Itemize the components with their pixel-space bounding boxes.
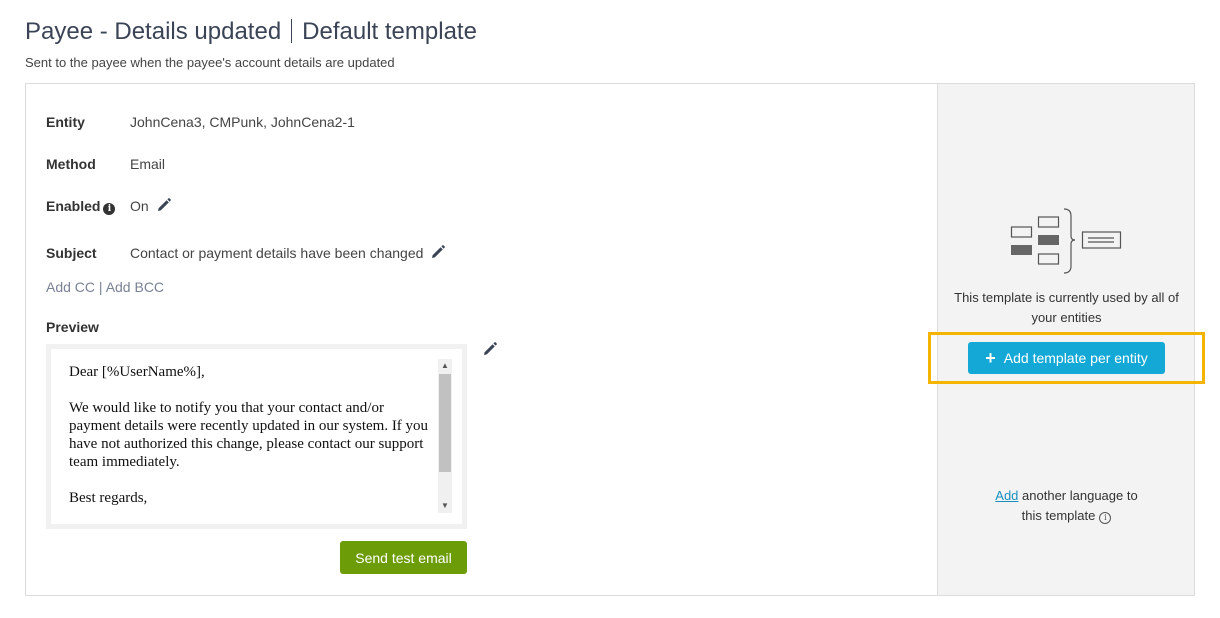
entity-value: JohnCena3, CMPunk, JohnCena2-1 (130, 114, 355, 130)
preview-content: Dear [%UserName%], We would like to noti… (51, 349, 462, 524)
email-preview[interactable]: Dear [%UserName%], We would like to noti… (46, 344, 467, 529)
scroll-up-arrow-icon[interactable]: ▲ (438, 359, 452, 373)
link-separator: | (95, 279, 106, 295)
template-card: Entity JohnCena3, CMPunk, JohnCena2-1 Me… (25, 83, 1205, 596)
preview-label: Preview (46, 319, 99, 335)
subject-label: Subject (46, 245, 97, 261)
edit-subject-pencil-icon[interactable] (431, 245, 446, 262)
title-separator (291, 19, 293, 43)
subject-value-row: Contact or payment details have been cha… (130, 245, 446, 262)
preview-closing: Best regards, (69, 490, 148, 506)
add-language-line: Add another language to (938, 486, 1195, 506)
edit-enabled-pencil-icon[interactable] (157, 198, 171, 215)
method-label: Method (46, 156, 96, 172)
add-language-link[interactable]: Add (995, 488, 1018, 503)
add-cc-link[interactable]: Add CC (46, 279, 95, 295)
plus-icon: + (985, 347, 996, 368)
enabled-value-row: On (130, 198, 171, 215)
add-language-line-2: this template i (938, 506, 1195, 526)
usage-text: This template is currently used by all o… (954, 290, 1179, 325)
template-sidebar: This template is currently used by all o… (928, 84, 1205, 595)
info-icon[interactable]: i (103, 203, 116, 215)
enabled-label-row: Enabled i (46, 198, 116, 215)
language-info-icon[interactable]: i (1099, 512, 1112, 524)
add-template-label: Add template per entity (1003, 349, 1148, 366)
cc-bcc-links: Add CC | Add BCC (46, 279, 164, 295)
subject-value: Contact or payment details have been cha… (130, 245, 424, 261)
scroll-thumb[interactable] (439, 374, 451, 472)
preview-greeting: Dear [%UserName%], (69, 364, 205, 380)
page-title-main: Payee - Details updated (25, 18, 282, 45)
add-bcc-link[interactable]: Add BCC (106, 279, 164, 295)
enabled-value: On (130, 198, 149, 214)
send-test-email-button[interactable]: Send test email (340, 541, 467, 574)
method-value: Email (130, 156, 166, 172)
scroll-down-arrow-icon[interactable]: ▼ (438, 499, 452, 513)
page-subtitle: Sent to the payee when the payee's accou… (25, 55, 395, 70)
entity-label: Entity (46, 114, 85, 130)
add-language-text: another language to (1018, 488, 1138, 503)
page-title-suffix: Default template (302, 18, 477, 45)
add-template-per-entity-button[interactable]: + Add template per entity (968, 342, 1165, 374)
page-title: Payee - Details updated Default template (25, 18, 477, 46)
template-mapping-icon (1010, 208, 1124, 281)
preview-scrollbar[interactable]: ▲ ▼ (438, 359, 452, 513)
add-language-text-2: this template (1021, 508, 1096, 523)
edit-preview-pencil-icon[interactable] (483, 342, 497, 361)
enabled-label: Enabled (46, 198, 101, 214)
preview-body: We would like to notify you that your co… (69, 400, 429, 470)
